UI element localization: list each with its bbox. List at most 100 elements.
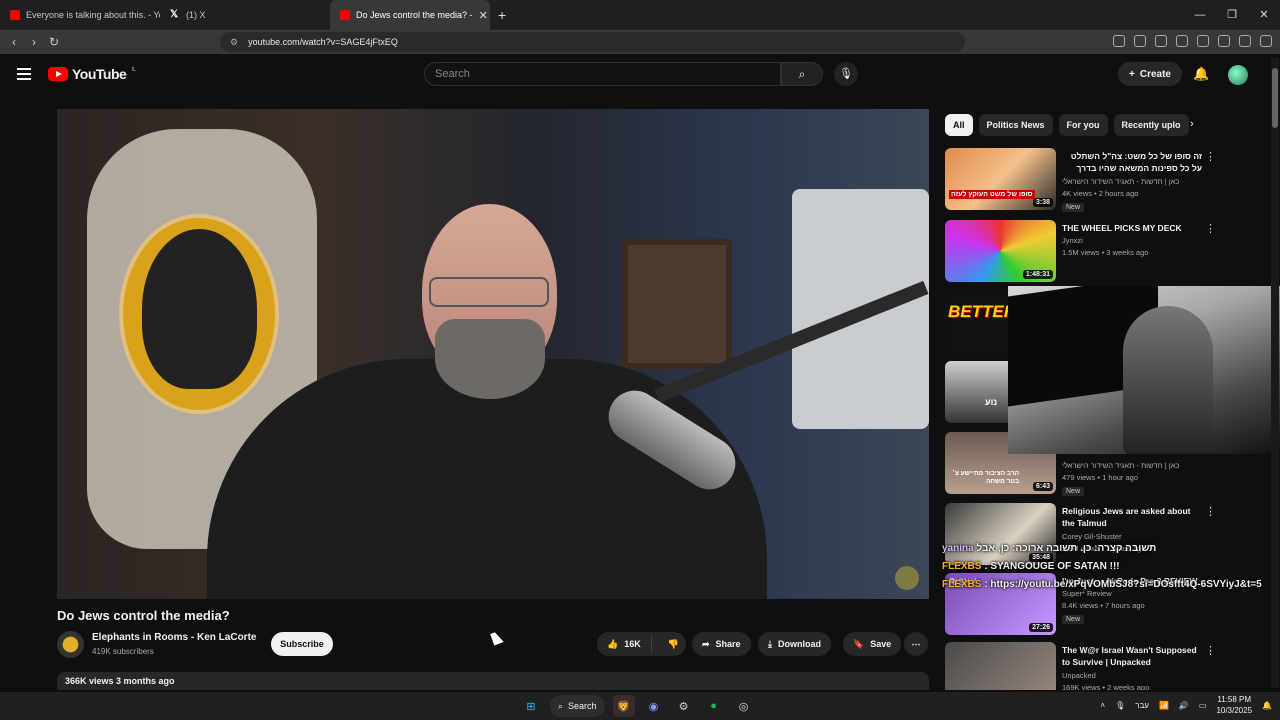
video-title[interactable]: THE WHEEL PICKS MY DECK bbox=[1062, 222, 1202, 234]
video-title[interactable]: Religious Jews are asked about the Talmu… bbox=[1062, 505, 1202, 529]
video-duration: 6:43 bbox=[1032, 482, 1053, 491]
like-count: 16K bbox=[624, 639, 641, 649]
forward-icon[interactable]: › bbox=[24, 35, 44, 49]
tab-youtube-1[interactable]: Everyone is talking about this. - YouT bbox=[0, 0, 160, 30]
thumbs-down-icon: 👎 bbox=[667, 638, 679, 649]
create-button[interactable]: + Create bbox=[1118, 62, 1182, 86]
more-vertical-icon[interactable]: ⋮ bbox=[1205, 644, 1216, 657]
channel-name[interactable]: Elephants in Rooms - Ken LaCorte bbox=[92, 632, 256, 643]
extension-icon[interactable] bbox=[1134, 35, 1146, 47]
account-avatar[interactable] bbox=[1228, 65, 1248, 85]
download-label: Download bbox=[777, 639, 821, 649]
menu-icon[interactable] bbox=[1260, 35, 1272, 47]
voice-search-button[interactable]: 🎙 bbox=[834, 62, 858, 86]
extension-icon[interactable] bbox=[1113, 35, 1125, 47]
new-tab-icon[interactable]: + bbox=[498, 7, 506, 23]
views-age: 4K views • 2 hours ago bbox=[1062, 189, 1139, 198]
chip-all[interactable]: All bbox=[945, 114, 973, 136]
x-icon: 𝕏 bbox=[170, 9, 179, 20]
download-button[interactable]: ⤓ Download bbox=[758, 632, 831, 656]
more-vertical-icon[interactable]: ⋮ bbox=[1205, 222, 1216, 235]
notifications-bell-icon[interactable]: 🔔 bbox=[1193, 66, 1209, 82]
extension-icon[interactable] bbox=[1197, 35, 1209, 47]
search-input[interactable]: Search bbox=[424, 62, 781, 86]
language-indicator[interactable]: עבר bbox=[1135, 701, 1149, 710]
new-badge: New bbox=[1062, 203, 1085, 212]
description-box[interactable]: 366K views 3 months ago bbox=[57, 672, 929, 690]
site-info-icon[interactable]: ⚙ bbox=[230, 37, 238, 48]
windows-taskbar: ⊞ ⌕ Search 🦁 ◉ ⚙ ● ◎ ˄ 🎙 עבר 📶 🔊 ▭ 11:58… bbox=[0, 692, 1280, 720]
wifi-icon[interactable]: 📶 bbox=[1159, 701, 1169, 710]
back-icon[interactable]: ‹ bbox=[4, 35, 24, 49]
chip-politics-news[interactable]: Politics News bbox=[978, 114, 1053, 136]
channel-avatar[interactable] bbox=[57, 631, 84, 658]
chevron-up-icon[interactable]: ˄ bbox=[1100, 701, 1105, 710]
dislike-button[interactable]: 👎 bbox=[658, 639, 689, 650]
close-window-icon[interactable]: ✕ bbox=[1248, 0, 1280, 30]
spotify-icon[interactable]: ● bbox=[703, 695, 725, 717]
video-thumbnail[interactable]: סופו של משט העוקץ לעזה 3:38 bbox=[945, 148, 1056, 210]
close-tab-icon[interactable]: ✕ bbox=[479, 9, 488, 22]
hamburger-menu-icon[interactable] bbox=[17, 68, 31, 83]
search-icon: ⌕ bbox=[558, 700, 564, 711]
like-button[interactable]: 👍 16K bbox=[597, 636, 652, 652]
more-actions-button[interactable]: ⋯ bbox=[904, 632, 928, 656]
reload-icon[interactable]: ↻ bbox=[44, 35, 64, 49]
channel-name[interactable]: Unpacked bbox=[1062, 670, 1149, 682]
chip-for-you[interactable]: For you bbox=[1058, 114, 1108, 136]
logo-text: YouTube bbox=[72, 66, 127, 82]
microphone-icon[interactable]: 🎙 bbox=[1115, 701, 1125, 710]
views-and-date: 366K views 3 months ago bbox=[65, 676, 175, 686]
youtube-play-icon bbox=[48, 67, 68, 81]
url-bar[interactable]: ⚙ youtube.com/watch?v=SAGE4jFtxEQ bbox=[220, 32, 965, 52]
channel-name[interactable]: כאן | חדשות - תאגיד השידור הישראלי bbox=[1062, 176, 1179, 188]
share-button[interactable]: ➦ Share bbox=[692, 632, 751, 656]
search-button[interactable]: ⌕ bbox=[781, 62, 823, 86]
video-title: Do Jews control the media? bbox=[57, 608, 230, 623]
extension-icon[interactable] bbox=[1155, 35, 1167, 47]
brave-browser-icon[interactable]: 🦁 bbox=[612, 695, 635, 717]
notifications-icon[interactable]: 🔔 bbox=[1262, 701, 1272, 710]
battery-icon[interactable]: ▭ bbox=[1199, 701, 1207, 710]
extension-icon[interactable] bbox=[1176, 35, 1188, 47]
video-title[interactable]: The W@r Israel Wasn't Supposed to Surviv… bbox=[1062, 644, 1202, 668]
share-icon: ➦ bbox=[702, 638, 710, 649]
save-button[interactable]: 🔖 Save bbox=[843, 632, 902, 656]
download-icon: ⤓ bbox=[768, 638, 772, 649]
windows-start-icon[interactable]: ⊞ bbox=[520, 695, 542, 717]
extension-icon[interactable] bbox=[1218, 35, 1230, 47]
more-vertical-icon[interactable]: ⋮ bbox=[1205, 505, 1216, 518]
stream-chat-overlay: yanina תשובה קצרה: כן. תשובה ארוכה: כן, … bbox=[942, 540, 1280, 594]
scrollbar-thumb[interactable] bbox=[1272, 68, 1278, 128]
video-thumbnail[interactable]: 1:48:31 bbox=[945, 220, 1056, 282]
taskbar-search[interactable]: ⌕ Search bbox=[550, 695, 605, 717]
recommended-video[interactable]: 1:48:31 THE WHEEL PICKS MY DECK Jynxzi 1… bbox=[945, 220, 1265, 284]
tab-youtube-active[interactable]: Do Jews control the media? - ✕ bbox=[330, 0, 490, 30]
steam-icon[interactable]: ⚙ bbox=[673, 695, 695, 717]
extension-icon[interactable] bbox=[1239, 35, 1251, 47]
video-title[interactable]: זה סופו של כל משט: צה"ל השתלט על כל ספינ… bbox=[1062, 150, 1202, 176]
video-meta: כאן | חדשות - תאגיד השידור הישראלי 4K vi… bbox=[1062, 176, 1179, 200]
tab-x[interactable]: 𝕏 (1) X bbox=[160, 0, 320, 30]
clock[interactable]: 11:58 PM 10/3/2025 bbox=[1216, 694, 1252, 716]
page-scrollbar[interactable] bbox=[1271, 58, 1279, 688]
obs-icon[interactable]: ◎ bbox=[733, 695, 755, 717]
recommended-video[interactable]: סופו של משט העוקץ לעזה 3:38 זה סופו של כ… bbox=[945, 148, 1265, 212]
channel-watermark[interactable] bbox=[895, 566, 919, 590]
chevron-right-icon[interactable]: › bbox=[1190, 118, 1194, 130]
chip-recently-uploaded[interactable]: Recently uplo bbox=[1113, 114, 1189, 136]
more-vertical-icon[interactable]: ⋮ bbox=[1205, 150, 1216, 163]
subscribe-button[interactable]: Subscribe bbox=[271, 632, 333, 656]
minimize-icon[interactable]: — bbox=[1184, 0, 1216, 30]
recommended-video[interactable]: The W@r Israel Wasn't Supposed to Surviv… bbox=[945, 642, 1265, 690]
restore-icon[interactable]: ❐ bbox=[1216, 0, 1248, 30]
channel-name[interactable]: Jynxzi bbox=[1062, 235, 1148, 247]
knight-figure bbox=[1123, 306, 1213, 454]
volume-icon[interactable]: 🔊 bbox=[1179, 701, 1189, 710]
video-player[interactable] bbox=[57, 109, 929, 599]
chat-message: yanina תשובה קצרה: כן. תשובה ארוכה: כן, … bbox=[942, 540, 1280, 558]
channel-name[interactable]: כאן | חדשות - תאגיד השידור הישראלי bbox=[1062, 460, 1179, 472]
video-thumbnail[interactable] bbox=[945, 642, 1056, 690]
discord-icon[interactable]: ◉ bbox=[643, 695, 665, 717]
youtube-logo[interactable]: YouTube IL bbox=[48, 66, 136, 82]
